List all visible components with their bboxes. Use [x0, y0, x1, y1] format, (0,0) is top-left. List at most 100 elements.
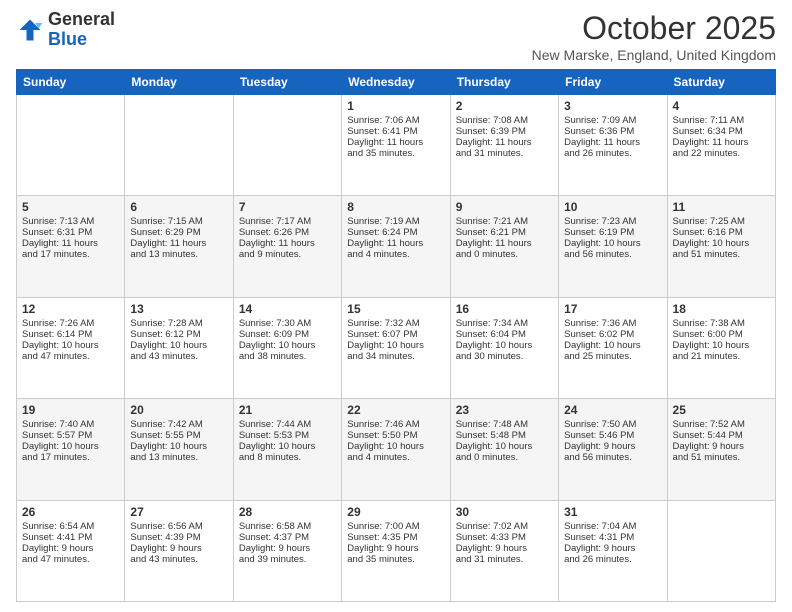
- day-number: 17: [564, 302, 661, 316]
- daylight-text: and 47 minutes.: [22, 351, 119, 362]
- day-number: 30: [456, 505, 553, 519]
- day-number: 7: [239, 200, 336, 214]
- daylight-text: Daylight: 9 hours: [673, 441, 770, 452]
- day-cell: [667, 500, 775, 601]
- month-title: October 2025: [532, 10, 776, 47]
- title-block: October 2025 New Marske, England, United…: [532, 10, 776, 63]
- daylight-text: and 31 minutes.: [456, 148, 553, 159]
- daylight-text: and 21 minutes.: [673, 351, 770, 362]
- sunrise-text: Sunrise: 7:21 AM: [456, 216, 553, 227]
- daylight-text: and 51 minutes.: [673, 249, 770, 260]
- daylight-text: and 22 minutes.: [673, 148, 770, 159]
- sunset-text: Sunset: 6:09 PM: [239, 329, 336, 340]
- day-number: 24: [564, 403, 661, 417]
- col-sunday: Sunday: [17, 70, 125, 95]
- sunset-text: Sunset: 6:04 PM: [456, 329, 553, 340]
- daylight-text: Daylight: 11 hours: [673, 137, 770, 148]
- daylight-text: and 4 minutes.: [347, 249, 444, 260]
- day-cell: 2Sunrise: 7:08 AMSunset: 6:39 PMDaylight…: [450, 95, 558, 196]
- daylight-text: Daylight: 10 hours: [239, 441, 336, 452]
- day-cell: 24Sunrise: 7:50 AMSunset: 5:46 PMDayligh…: [559, 399, 667, 500]
- daylight-text: Daylight: 9 hours: [564, 543, 661, 554]
- sunrise-text: Sunrise: 7:40 AM: [22, 419, 119, 430]
- sunset-text: Sunset: 6:39 PM: [456, 126, 553, 137]
- logo-blue: Blue: [48, 29, 87, 49]
- daylight-text: Daylight: 9 hours: [22, 543, 119, 554]
- col-saturday: Saturday: [667, 70, 775, 95]
- day-cell: 16Sunrise: 7:34 AMSunset: 6:04 PMDayligh…: [450, 297, 558, 398]
- day-cell: 23Sunrise: 7:48 AMSunset: 5:48 PMDayligh…: [450, 399, 558, 500]
- daylight-text: Daylight: 10 hours: [130, 340, 227, 351]
- sunset-text: Sunset: 6:07 PM: [347, 329, 444, 340]
- day-number: 6: [130, 200, 227, 214]
- sunset-text: Sunset: 4:37 PM: [239, 532, 336, 543]
- day-cell: 26Sunrise: 6:54 AMSunset: 4:41 PMDayligh…: [17, 500, 125, 601]
- sunrise-text: Sunrise: 7:23 AM: [564, 216, 661, 227]
- day-number: 19: [22, 403, 119, 417]
- day-number: 11: [673, 200, 770, 214]
- sunrise-text: Sunrise: 7:38 AM: [673, 318, 770, 329]
- daylight-text: Daylight: 11 hours: [22, 238, 119, 249]
- daylight-text: Daylight: 11 hours: [456, 238, 553, 249]
- day-number: 29: [347, 505, 444, 519]
- daylight-text: Daylight: 11 hours: [239, 238, 336, 249]
- sunset-text: Sunset: 5:55 PM: [130, 430, 227, 441]
- location: New Marske, England, United Kingdom: [532, 47, 776, 63]
- day-number: 15: [347, 302, 444, 316]
- day-cell: 5Sunrise: 7:13 AMSunset: 6:31 PMDaylight…: [17, 196, 125, 297]
- day-cell: 10Sunrise: 7:23 AMSunset: 6:19 PMDayligh…: [559, 196, 667, 297]
- day-cell: 31Sunrise: 7:04 AMSunset: 4:31 PMDayligh…: [559, 500, 667, 601]
- header: General Blue October 2025 New Marske, En…: [16, 10, 776, 63]
- day-cell: 25Sunrise: 7:52 AMSunset: 5:44 PMDayligh…: [667, 399, 775, 500]
- day-cell: 21Sunrise: 7:44 AMSunset: 5:53 PMDayligh…: [233, 399, 341, 500]
- daylight-text: and 30 minutes.: [456, 351, 553, 362]
- sunrise-text: Sunrise: 7:19 AM: [347, 216, 444, 227]
- daylight-text: Daylight: 10 hours: [564, 340, 661, 351]
- logo: General Blue: [16, 10, 115, 50]
- day-cell: [17, 95, 125, 196]
- sunrise-text: Sunrise: 6:56 AM: [130, 521, 227, 532]
- day-number: 20: [130, 403, 227, 417]
- daylight-text: and 4 minutes.: [347, 452, 444, 463]
- day-number: 1: [347, 99, 444, 113]
- day-number: 4: [673, 99, 770, 113]
- sunset-text: Sunset: 6:14 PM: [22, 329, 119, 340]
- sunrise-text: Sunrise: 7:00 AM: [347, 521, 444, 532]
- sunset-text: Sunset: 6:41 PM: [347, 126, 444, 137]
- sunrise-text: Sunrise: 7:26 AM: [22, 318, 119, 329]
- day-cell: 4Sunrise: 7:11 AMSunset: 6:34 PMDaylight…: [667, 95, 775, 196]
- sunrise-text: Sunrise: 7:08 AM: [456, 115, 553, 126]
- daylight-text: and 8 minutes.: [239, 452, 336, 463]
- daylight-text: Daylight: 11 hours: [130, 238, 227, 249]
- sunset-text: Sunset: 5:48 PM: [456, 430, 553, 441]
- daylight-text: Daylight: 10 hours: [130, 441, 227, 452]
- sunset-text: Sunset: 5:53 PM: [239, 430, 336, 441]
- daylight-text: and 38 minutes.: [239, 351, 336, 362]
- day-cell: 14Sunrise: 7:30 AMSunset: 6:09 PMDayligh…: [233, 297, 341, 398]
- sunset-text: Sunset: 5:57 PM: [22, 430, 119, 441]
- day-number: 16: [456, 302, 553, 316]
- daylight-text: Daylight: 10 hours: [347, 441, 444, 452]
- day-number: 2: [456, 99, 553, 113]
- logo-general: General: [48, 9, 115, 29]
- sunset-text: Sunset: 6:24 PM: [347, 227, 444, 238]
- daylight-text: and 39 minutes.: [239, 554, 336, 565]
- sunset-text: Sunset: 6:36 PM: [564, 126, 661, 137]
- page: General Blue October 2025 New Marske, En…: [0, 0, 792, 612]
- daylight-text: and 0 minutes.: [456, 249, 553, 260]
- sunset-text: Sunset: 5:46 PM: [564, 430, 661, 441]
- sunset-text: Sunset: 6:19 PM: [564, 227, 661, 238]
- day-number: 5: [22, 200, 119, 214]
- daylight-text: and 13 minutes.: [130, 452, 227, 463]
- day-number: 25: [673, 403, 770, 417]
- daylight-text: Daylight: 11 hours: [564, 137, 661, 148]
- week-row-1: 1Sunrise: 7:06 AMSunset: 6:41 PMDaylight…: [17, 95, 776, 196]
- sunrise-text: Sunrise: 7:50 AM: [564, 419, 661, 430]
- day-cell: 22Sunrise: 7:46 AMSunset: 5:50 PMDayligh…: [342, 399, 450, 500]
- day-cell: 17Sunrise: 7:36 AMSunset: 6:02 PMDayligh…: [559, 297, 667, 398]
- calendar-table: Sunday Monday Tuesday Wednesday Thursday…: [16, 69, 776, 602]
- sunset-text: Sunset: 4:39 PM: [130, 532, 227, 543]
- daylight-text: and 17 minutes.: [22, 452, 119, 463]
- col-friday: Friday: [559, 70, 667, 95]
- daylight-text: and 56 minutes.: [564, 249, 661, 260]
